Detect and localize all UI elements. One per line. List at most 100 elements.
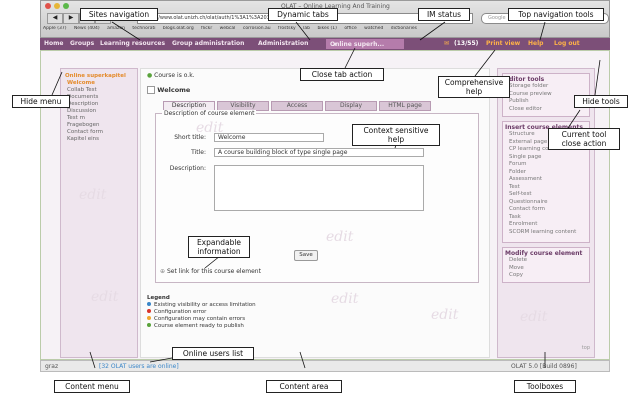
save-button[interactable]: Save (294, 250, 318, 261)
modify-delete[interactable]: Delete (509, 257, 587, 265)
visibility-limit-icon (147, 302, 151, 306)
im-status-count[interactable]: (13/55) (454, 40, 478, 47)
callout-top-navigation-tools: Top navigation tools (508, 8, 604, 21)
modify-element-box: Modify course element Delete Move Copy (502, 247, 590, 283)
callout-toolboxes: Toolboxes (514, 380, 576, 393)
modify-title: Modify course element (505, 250, 583, 257)
online-users-link[interactable]: [32 OLAT users are online] (99, 363, 179, 370)
site-groups[interactable]: Groups (70, 40, 94, 47)
insert-item[interactable]: Enrolment (509, 221, 587, 229)
callout-comprehensive-help: Comprehensive help (438, 76, 510, 98)
zoom-window-icon[interactable] (63, 3, 69, 9)
close-window-icon[interactable] (45, 3, 51, 9)
insert-item[interactable]: Single page (509, 154, 587, 162)
callout-dynamic-tabs: Dynamic tabs (268, 8, 338, 21)
node-title-text: Welcome (157, 86, 191, 94)
edit-watermark: edit (431, 307, 459, 323)
course-status-text: Course is o.k. (154, 72, 195, 79)
edit-watermark: edit (91, 289, 119, 305)
site-group-administration[interactable]: Group administration (172, 40, 244, 47)
print-view-link[interactable]: Print view (486, 40, 520, 47)
description-textarea[interactable] (214, 165, 424, 211)
tab-html-page[interactable]: HTML page (379, 101, 431, 111)
callout-current-tool-close-action: Current tool close action (548, 128, 620, 150)
modify-move[interactable]: Move (509, 265, 587, 273)
insert-item[interactable]: Test (509, 184, 587, 192)
minimize-window-icon[interactable] (54, 3, 60, 9)
expandable-info[interactable]: ⊕ Set link for this course element (160, 268, 261, 275)
legend-item: Configuration error (147, 309, 256, 316)
menu-item[interactable]: Kapitel eins (67, 136, 137, 142)
tab-access[interactable]: Access (271, 101, 323, 111)
bookmark-item[interactable]: webcal (220, 26, 236, 31)
menu-title[interactable]: Online superkapitel (65, 73, 137, 79)
edit-watermark: edit (331, 291, 359, 307)
menu-item[interactable]: Fragebogen (67, 122, 137, 128)
editor-tools-title: Editor tools (505, 76, 545, 83)
callout-sites-navigation: Sites navigation (80, 8, 158, 21)
bookmark-item[interactable]: corrosion.au (243, 26, 271, 31)
top-link[interactable]: top (582, 345, 590, 351)
site-home[interactable]: Home (44, 40, 63, 47)
menu-item[interactable]: Documents (67, 94, 137, 100)
insert-item[interactable]: Questionnaire (509, 199, 587, 207)
legend-title: Legend (147, 295, 170, 301)
forward-icon[interactable]: ▶ (63, 13, 79, 24)
logout-link[interactable]: Log out (554, 40, 580, 47)
bookmark-item[interactable]: watched (364, 26, 383, 31)
edit-watermark: edit (79, 187, 107, 203)
menu-item[interactable]: Description (67, 101, 137, 107)
bookmark-item[interactable]: bikes (1) (317, 26, 336, 31)
node-title: Welcome (147, 86, 190, 94)
site-learning-resources[interactable]: Learning resources (100, 40, 165, 47)
footer-bar: graz [32 OLAT users are online] OLAT 5.0… (40, 360, 610, 372)
insert-item[interactable]: Assessment (509, 176, 587, 184)
bookmark-item[interactable]: technorati (132, 26, 155, 31)
callout-context-sensitive-help: Context sensitive help (352, 124, 440, 146)
insert-item[interactable]: Contact form (509, 206, 587, 214)
content-area: ● Course is o.k. Welcome Description Vis… (140, 68, 490, 358)
sites-navigation-bar: Home Groups Learning resources Group adm… (40, 38, 610, 50)
insert-item[interactable]: Task (509, 214, 587, 222)
edit-watermark: edit (326, 229, 354, 245)
bookmark-item[interactable]: frostsky (278, 26, 296, 31)
modify-copy[interactable]: Copy (509, 272, 587, 280)
back-icon[interactable]: ◀ (47, 13, 63, 24)
bookmark-item[interactable]: amazon (107, 26, 125, 31)
edit-watermark: edit (196, 120, 224, 136)
bookmark-item[interactable]: blogs.olat.org (163, 26, 194, 31)
title-input[interactable]: A course building block of type single p… (214, 148, 424, 157)
menu-item[interactable]: Collab Test (67, 87, 137, 93)
status-ok-icon: ● (147, 72, 153, 79)
bookmark-item[interactable]: office (344, 26, 356, 31)
bookmark-item[interactable]: lab (303, 26, 310, 31)
insert-item[interactable]: Self-test (509, 191, 587, 199)
bookmark-item[interactable]: dictionaries (391, 26, 417, 31)
legend-item: Course element ready to publish (147, 323, 256, 330)
menu-item[interactable]: Test m (67, 115, 137, 121)
menu-item[interactable]: Discussion (67, 108, 137, 114)
tool-storage-folder[interactable]: Storage folder (509, 83, 587, 91)
help-link[interactable]: Help (528, 40, 543, 47)
bookmark-item[interactable]: Apple (37) (43, 26, 66, 31)
insert-item[interactable]: Folder (509, 169, 587, 177)
bookmark-item[interactable]: News (404) (74, 26, 100, 31)
callout-close-tab-action: Close tab action (300, 68, 384, 81)
dynamic-tab[interactable]: Online superh... x (326, 39, 404, 49)
insert-item[interactable]: SCORM learning content (509, 229, 587, 237)
expand-icon[interactable]: ⊕ (160, 268, 165, 275)
set-link-label[interactable]: Set link for this course element (167, 268, 261, 275)
menu-item-welcome[interactable]: Welcome (67, 80, 137, 86)
footer-left: graz (45, 363, 59, 370)
content-menu: Online superkapitel Welcome Collab Test … (60, 68, 138, 358)
site-administration[interactable]: Administration (258, 40, 308, 47)
im-status-icon[interactable]: ✉ (444, 40, 449, 47)
legend: Legend Existing visibility or access lim… (147, 295, 256, 330)
short-title-input[interactable]: Welcome (214, 133, 324, 142)
insert-item[interactable]: Forum (509, 161, 587, 169)
menu-item[interactable]: Contact form (67, 129, 137, 135)
callout-hide-menu: Hide menu (12, 95, 70, 108)
close-tab-icon[interactable]: x (333, 41, 337, 48)
bookmark-item[interactable]: flickr (201, 26, 212, 31)
tab-display[interactable]: Display (325, 101, 377, 111)
